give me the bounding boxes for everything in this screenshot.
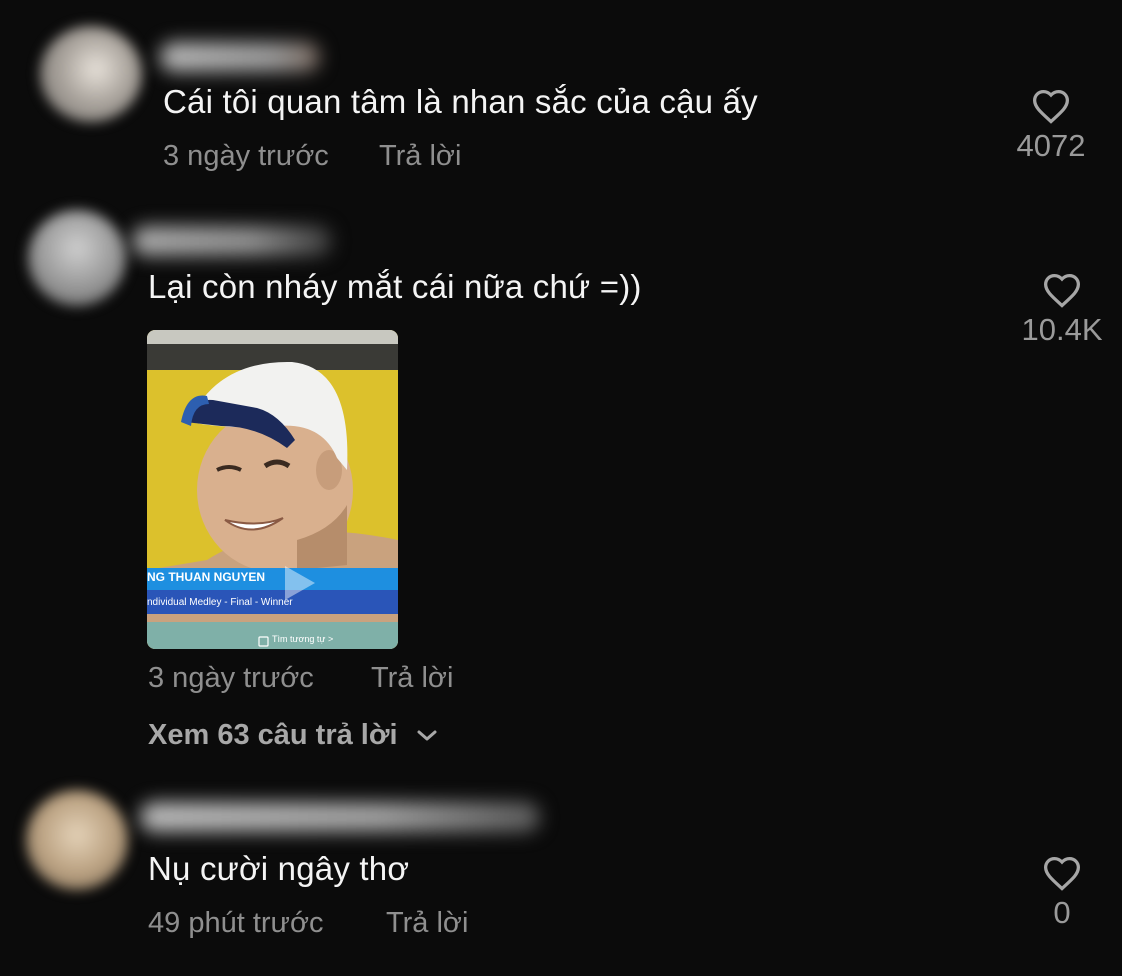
comment-item: Nụ cười ngây thơ 49 phút trước Trả lời 0 bbox=[0, 0, 1122, 976]
heart-outline-icon bbox=[1043, 856, 1081, 891]
avatar[interactable] bbox=[26, 790, 128, 890]
like-button[interactable]: 0 bbox=[1002, 855, 1122, 931]
comment-timestamp: 49 phút trước bbox=[148, 907, 324, 939]
like-count: 0 bbox=[1053, 895, 1071, 930]
reply-button[interactable]: Trả lời bbox=[386, 907, 468, 940]
comment-text: Nụ cười ngây thơ bbox=[148, 850, 410, 887]
username-blurred[interactable] bbox=[140, 802, 540, 832]
